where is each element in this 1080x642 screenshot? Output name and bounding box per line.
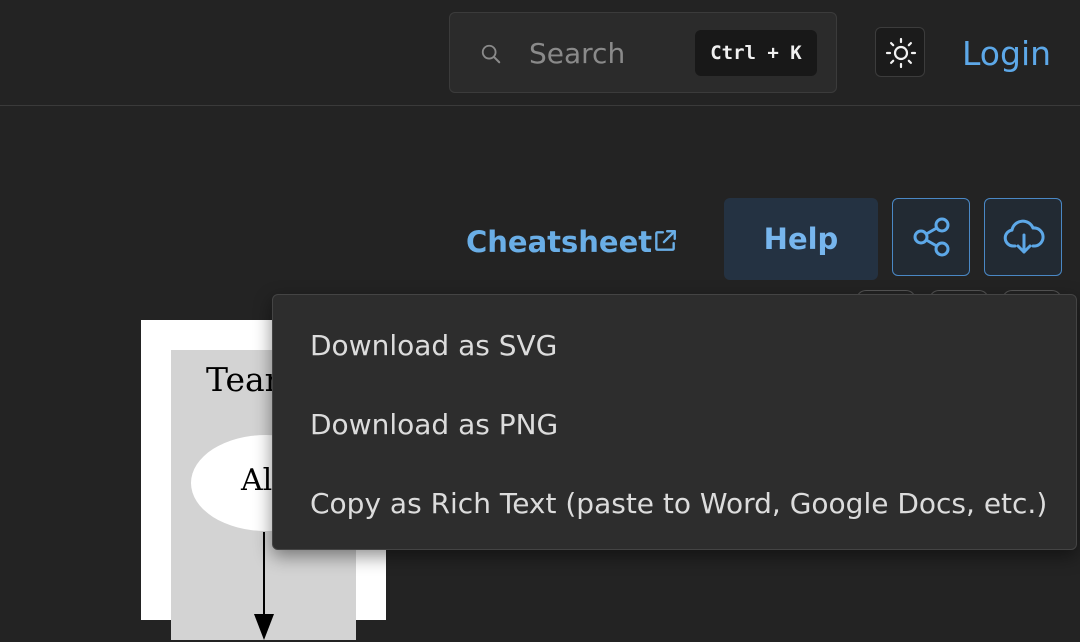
cloud-download-icon bbox=[1003, 219, 1045, 254]
download-button[interactable] bbox=[984, 198, 1062, 276]
search-shortcut-badge: Ctrl + K bbox=[695, 30, 817, 76]
node-label: Al bbox=[241, 463, 273, 498]
top-navbar: Search Ctrl + K Login bbox=[0, 0, 1080, 106]
share-icon bbox=[913, 217, 950, 257]
download-menu: Download as SVG Download as PNG Copy as … bbox=[272, 294, 1077, 550]
diagram-edge-arrow bbox=[254, 532, 274, 640]
cheatsheet-link[interactable]: Cheatsheet bbox=[466, 212, 652, 272]
menu-item-copy-rich-text[interactable]: Copy as Rich Text (paste to Word, Google… bbox=[273, 468, 1076, 540]
theme-toggle-button[interactable] bbox=[875, 27, 925, 77]
help-button[interactable]: Help bbox=[724, 198, 878, 280]
search-bar[interactable]: Search Ctrl + K bbox=[449, 12, 837, 93]
search-placeholder: Search bbox=[529, 37, 626, 70]
share-button[interactable] bbox=[892, 198, 970, 276]
external-link-icon bbox=[655, 230, 676, 251]
login-link[interactable]: Login bbox=[962, 24, 1051, 84]
menu-item-download-png[interactable]: Download as PNG bbox=[273, 389, 1076, 461]
menu-item-download-svg[interactable]: Download as SVG bbox=[273, 310, 1076, 382]
search-icon bbox=[481, 44, 501, 64]
sun-icon bbox=[885, 37, 917, 69]
